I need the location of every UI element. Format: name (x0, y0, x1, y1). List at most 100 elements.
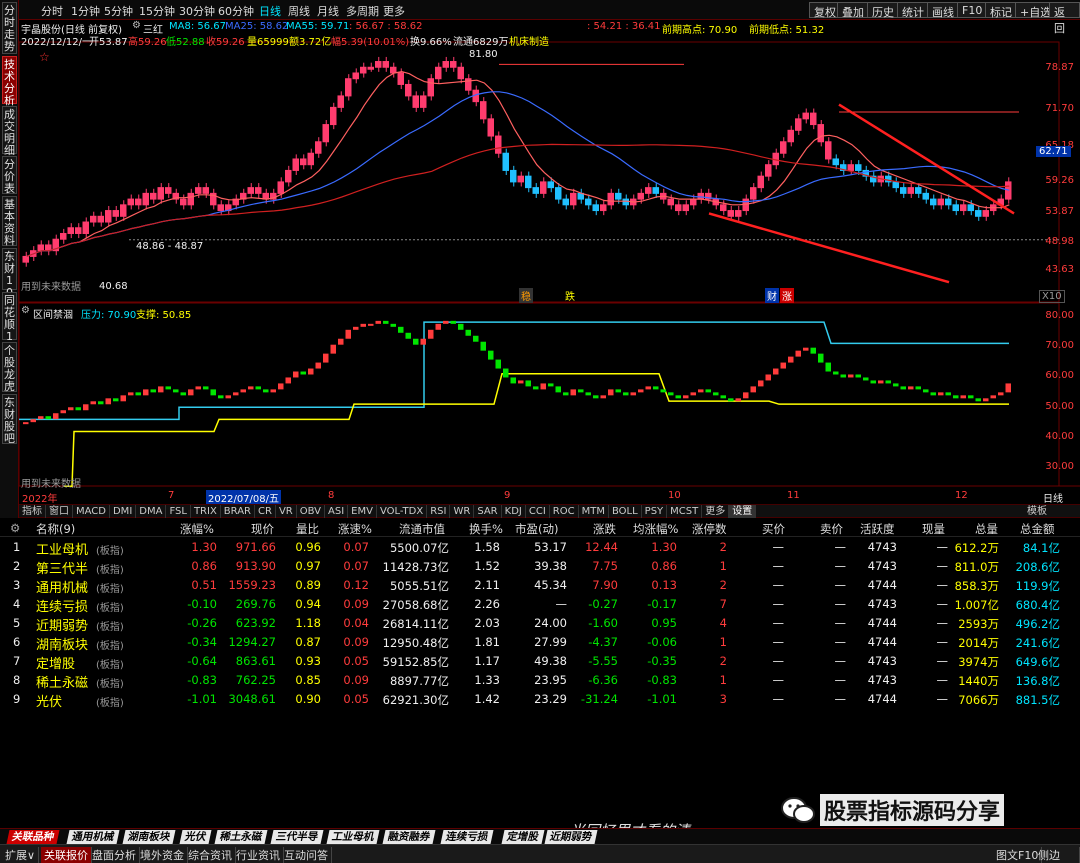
mark-button[interactable]: 标记 (985, 2, 1017, 19)
table-row[interactable]: 7 定增股 (板指) -0.64 863.61 0.93 0.05 59152.85亿 1.17… (0, 652, 1080, 672)
vtab-dragon-tiger[interactable]: 个股龙虎 (2, 342, 17, 393)
indicator-tab[interactable]: FSL (166, 505, 191, 518)
indicator-tab[interactable]: MCST (667, 505, 703, 518)
indicator-tab[interactable]: DMI (110, 505, 137, 518)
f10-button[interactable]: F10 (957, 2, 988, 18)
vtab-basic-info[interactable]: 基本资料 (2, 196, 17, 247)
table-row[interactable]: 4 连续亏损 (板指) -0.10 269.76 0.94 0.09 27058.68亿 2.2… (0, 595, 1080, 615)
period-15min[interactable]: 15分钟 (139, 3, 175, 19)
industry-news-tab[interactable]: 行业资讯 (233, 847, 284, 863)
col-ask[interactable]: 卖价 (820, 521, 843, 537)
period-more[interactable]: 更多 (383, 3, 405, 19)
col-float-cap[interactable]: 流通市值 (399, 521, 445, 537)
indicator-tab[interactable]: PSY (642, 505, 668, 518)
vtab-technical[interactable]: 技术分析 (2, 56, 17, 107)
table-settings-icon[interactable]: ⚙ (10, 521, 20, 535)
general-news-tab[interactable]: 综合资讯 (185, 847, 236, 863)
col-bid[interactable]: 买价 (762, 521, 785, 537)
vtab-price-table[interactable]: 分价表 (2, 156, 17, 195)
indicator-tab[interactable]: 窗口 (46, 505, 73, 518)
related-tab[interactable]: 工业母机 (326, 830, 380, 844)
overlay-button[interactable]: 叠加 (837, 2, 869, 19)
indicator-tab[interactable]: DMA (136, 505, 167, 518)
indicator-tab[interactable]: TRIX (191, 505, 221, 518)
table-row[interactable]: 8 稀土永磁 (板指) -0.83 762.25 0.85 0.09 8897.77亿 1.33… (0, 671, 1080, 691)
indicator-tab[interactable]: BOLL (609, 505, 642, 518)
col-change-pct[interactable]: 涨幅% (180, 521, 214, 537)
period-timeshare[interactable]: 分时 (41, 3, 63, 19)
related-tab[interactable]: 关联品种 (6, 830, 60, 844)
related-tab[interactable]: 定增股 (501, 830, 544, 844)
indicator-tab[interactable]: RSI (427, 505, 451, 518)
qa-tab[interactable]: 互动问答 (281, 847, 332, 863)
indicator-tab[interactable]: OBV (297, 505, 325, 518)
vtab-ths10[interactable]: 同花顺10 (2, 292, 17, 355)
table-row[interactable]: 6 湖南板块 (板指) -0.34 1294.27 0.87 0.09 12950.48亿 1.… (0, 633, 1080, 653)
table-row[interactable]: 2 第三代半 (板指) 0.86 913.90 0.97 0.07 11428.73亿 1.52… (0, 557, 1080, 577)
col-pe[interactable]: 市盈(动) (515, 521, 558, 537)
col-limit-up[interactable]: 涨停数 (692, 521, 727, 537)
vtab-trades[interactable]: 成交明细 (2, 106, 17, 157)
indicator-tab[interactable]: BRAR (221, 505, 255, 518)
period-weekly[interactable]: 周线 (288, 3, 310, 19)
indicator-tab[interactable]: 设置 (729, 505, 757, 518)
period-5min[interactable]: 5分钟 (104, 3, 133, 19)
vtab-eastmoney10[interactable]: 东财10 (2, 248, 17, 299)
period-multi[interactable]: 多周期 (346, 3, 379, 19)
market-analysis-tab[interactable]: 盘面分析 (89, 847, 140, 863)
kline-chart[interactable] (19, 20, 1080, 504)
col-avg-change[interactable]: 均涨幅% (633, 521, 678, 537)
col-turnover[interactable]: 换手% (469, 521, 503, 537)
sub-settings-gear-icon[interactable]: ⚙ (21, 305, 30, 316)
history-button[interactable]: 历史 (867, 2, 899, 19)
indicator-tab[interactable]: EMV (348, 505, 377, 518)
col-diff[interactable]: 涨跌 (593, 521, 616, 537)
template-button[interactable]: 模板 (1024, 505, 1050, 518)
indicator-tab[interactable]: MTM (579, 505, 609, 518)
period-1min[interactable]: 1分钟 (71, 3, 100, 19)
indicator-tab[interactable]: VR (276, 505, 297, 518)
related-quote-tab[interactable]: 关联报价 (41, 847, 92, 863)
expand-button[interactable]: 扩展∨ (2, 847, 40, 863)
col-total-amount[interactable]: 总金额 (1020, 521, 1055, 537)
col-speed[interactable]: 涨速% (338, 521, 372, 537)
col-total-vol[interactable]: 总量 (975, 521, 998, 537)
indicator-tab[interactable]: MACD (73, 505, 110, 518)
vtab-timeshare[interactable]: 分时走势 (2, 2, 17, 54)
indicator-tab[interactable]: VOL-TDX (377, 505, 428, 518)
table-row[interactable]: 3 通用机械 (板指) 0.51 1559.23 0.89 0.12 5055.51亿 2.11… (0, 576, 1080, 596)
col-current-vol[interactable]: 现量 (922, 521, 945, 537)
indicator-tab[interactable]: ROC (550, 505, 579, 518)
col-price[interactable]: 现价 (251, 521, 274, 537)
related-tab[interactable]: 光伏 (179, 830, 212, 844)
related-tab[interactable]: 湖南板块 (122, 830, 176, 844)
overseas-capital-tab[interactable]: 境外资金 (137, 847, 188, 863)
period-monthly[interactable]: 月线 (317, 3, 339, 19)
draw-line-button[interactable]: 画线 (927, 2, 959, 19)
back-button[interactable]: 返回 (1049, 2, 1080, 35)
indicator-tab[interactable]: CR (255, 505, 276, 518)
col-volume-ratio[interactable]: 量比 (296, 521, 319, 537)
period-daily[interactable]: 日线 (259, 3, 281, 19)
indicator-tab[interactable]: KDJ (502, 505, 526, 518)
related-tab[interactable]: 通用机械 (66, 830, 120, 844)
indicator-tab[interactable]: 更多 (702, 505, 730, 518)
indicator-tab[interactable]: 指标 (19, 505, 46, 518)
table-row[interactable]: 1 工业母机 (板指) 1.30 971.66 0.96 0.07 5500.07亿 1.58 5… (0, 538, 1080, 558)
indicator-tab[interactable]: CCI (526, 505, 550, 518)
favorite-star-icon[interactable]: ☆ (39, 50, 50, 64)
indicator-tab[interactable]: SAR (474, 505, 502, 518)
related-tab[interactable]: 近期弱势 (544, 830, 598, 844)
col-name[interactable]: 名称(9) (36, 521, 75, 537)
indicator-tab[interactable]: WR (450, 505, 475, 518)
related-tab[interactable]: 融资融券 (382, 830, 436, 844)
related-tab[interactable]: 三代半导 (270, 830, 324, 844)
related-tab[interactable]: 连续亏损 (440, 830, 494, 844)
table-row[interactable]: 5 近期弱势 (板指) -0.26 623.92 1.18 0.04 26814.11亿 2.0… (0, 614, 1080, 634)
col-activity[interactable]: 活跃度 (860, 521, 895, 537)
settings-gear-icon[interactable]: ⚙ (132, 20, 141, 31)
indicator-tab[interactable]: ASI (325, 505, 349, 518)
vtab-guba[interactable]: 东财股吧 (2, 394, 17, 445)
period-label[interactable]: 日线 (1043, 490, 1063, 505)
sidebar-toggle[interactable]: 侧边栏» (1035, 847, 1080, 863)
